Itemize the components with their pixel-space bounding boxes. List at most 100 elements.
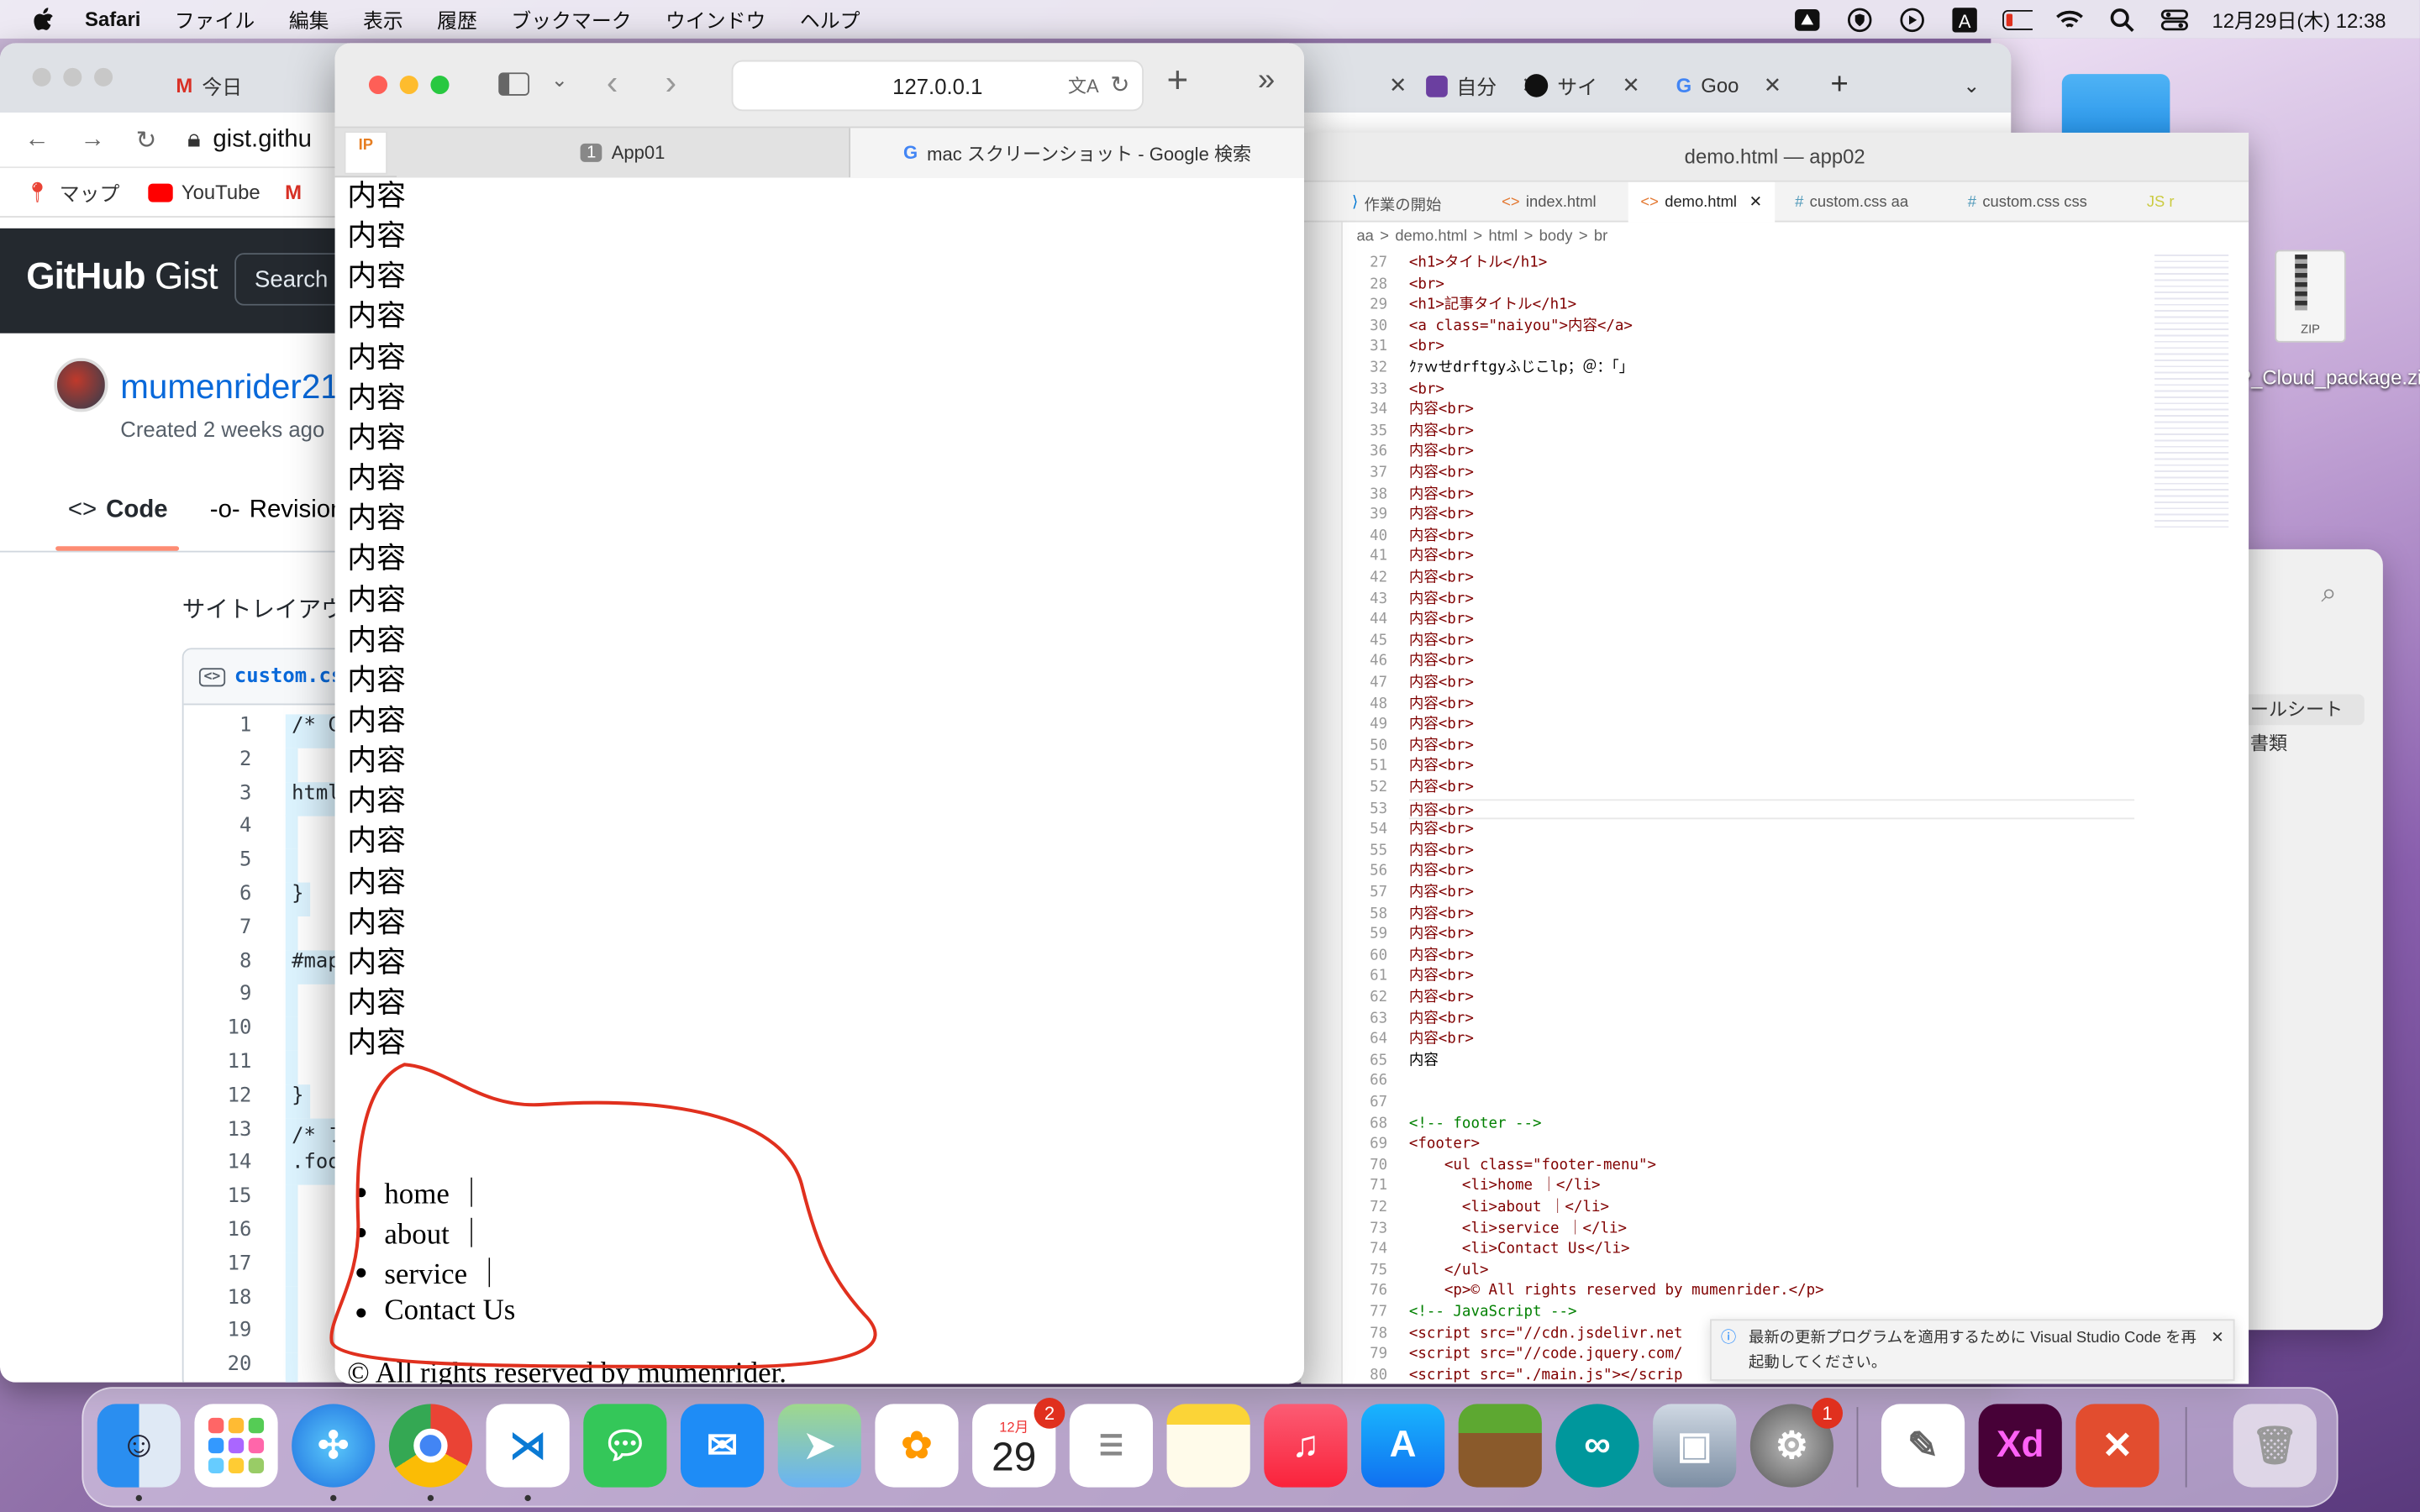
menu-help[interactable]: ヘルプ — [800, 5, 860, 34]
new-tab-button[interactable]: + — [1167, 60, 1189, 103]
arduino-icon[interactable]: ∞ — [1555, 1404, 1639, 1488]
textedit-icon[interactable]: ✎ — [1881, 1404, 1965, 1488]
safari-tab-google-search[interactable]: Gmac スクリーンショット - Google 検索 — [849, 128, 1305, 178]
github-gist-logo[interactable]: GitHub Gist — [26, 256, 218, 299]
editor-tab-active[interactable]: <> demo.html ✕ — [1628, 181, 1775, 223]
address-bar[interactable]: 127.0.0.1 文A ↻ — [731, 60, 1144, 112]
app-store-icon[interactable]: A — [1360, 1404, 1445, 1488]
chrome-tab-gmail[interactable]: M 今日 — [160, 59, 242, 113]
forward-arrow-icon[interactable]: › — [666, 63, 676, 103]
window-minimize-button[interactable] — [399, 75, 418, 95]
control-center-icon[interactable] — [2160, 7, 2191, 31]
tab-overview-icon[interactable]: » — [1258, 63, 1275, 98]
translate-icon[interactable]: 文A — [1068, 72, 1099, 98]
window-zoom-button[interactable] — [94, 67, 113, 87]
window-close-button[interactable] — [32, 67, 51, 87]
adobe-xd-icon[interactable]: Xd — [1978, 1404, 2062, 1488]
close-icon[interactable]: ✕ — [2211, 1327, 2223, 1352]
footer-menu-item[interactable]: Contact Us — [356, 1291, 515, 1331]
menu-file[interactable]: ファイル — [175, 5, 255, 34]
bookmark-maps[interactable]: マップ — [60, 177, 120, 207]
system-settings-icon[interactable]: ⚙ 1 — [1749, 1398, 1844, 1488]
chevron-down-icon[interactable]: ⌄ — [1948, 59, 1980, 113]
trash-icon[interactable]: 🗑︎ — [2233, 1404, 2317, 1488]
menu-app-name[interactable]: Safari — [85, 8, 140, 31]
zip-file-icon[interactable]: ZIP — [2275, 249, 2346, 343]
photos-icon[interactable]: ✿ — [875, 1404, 959, 1488]
window-zoom-button[interactable] — [430, 75, 450, 95]
menubar-clock[interactable]: 12月29日(木) 12:38 — [2212, 5, 2386, 34]
new-tab-button[interactable]: + — [1815, 59, 1848, 113]
breadcrumb-item[interactable]: html — [1488, 228, 1518, 244]
sidebar-toggle-icon[interactable] — [498, 72, 529, 96]
finder-sidebar-item[interactable]: 書類 — [2244, 728, 2365, 759]
close-icon[interactable]: ✕ — [1749, 194, 1762, 211]
editor-tab[interactable]: <> index.html — [1502, 182, 1597, 223]
messages-icon[interactable]: 💬︎ — [583, 1404, 667, 1488]
spotlight-icon[interactable] — [2107, 7, 2139, 32]
reload-icon[interactable]: ↻ — [1110, 71, 1129, 98]
chrome-tab-github[interactable]: サイ ✕ — [1509, 59, 1640, 113]
editor-tab[interactable]: # custom.css aa — [1795, 182, 1908, 223]
back-arrow-icon[interactable]: ‹ — [607, 63, 618, 103]
footer-menu-item[interactable]: home ｜ — [356, 1171, 487, 1211]
avatar[interactable] — [54, 358, 108, 412]
zip-file-label[interactable]: P_Cloud_package.zip — [2238, 364, 2420, 391]
tab-code[interactable]: <> Code — [68, 496, 168, 524]
footer-menu-item[interactable]: about ｜ — [356, 1211, 487, 1252]
address-bar[interactable]: gist.githu — [213, 126, 312, 154]
chrome-tab-google[interactable]: G Goo ✕ — [1660, 59, 1782, 113]
reload-icon[interactable]: ↻ — [136, 124, 157, 155]
search-icon[interactable]: ⌕ — [2321, 577, 2337, 610]
drive-icon[interactable] — [1792, 7, 1823, 31]
input-method-icon[interactable]: A — [1949, 7, 1981, 32]
close-icon[interactable]: ✕ — [1389, 72, 1407, 98]
preview-icon[interactable]: ▣ — [1653, 1404, 1737, 1488]
launchpad-icon[interactable] — [194, 1404, 278, 1488]
menu-bookmarks[interactable]: ブックマーク — [511, 5, 631, 34]
file-name-link[interactable]: custom.cs — [234, 665, 343, 689]
editor-tab[interactable]: # custom.css css — [1968, 182, 2087, 223]
menu-window[interactable]: ウインドウ — [666, 5, 765, 34]
play-icon[interactable] — [1897, 7, 1928, 32]
editor-tab[interactable]: ⟩ 作業の開始 — [1352, 182, 1441, 223]
safari-icon[interactable]: ✣ — [292, 1404, 376, 1488]
footer-menu-item[interactable]: service ｜ — [356, 1252, 504, 1292]
apple-icon[interactable] — [33, 7, 57, 31]
breadcrumb-item[interactable]: body — [1539, 228, 1573, 244]
remote-desktop-icon[interactable]: ✕ — [2075, 1404, 2160, 1488]
shield-icon[interactable] — [1844, 7, 1876, 32]
calendar-icon[interactable]: 12月 29 2 — [972, 1398, 1065, 1488]
reminders-icon[interactable]: ☰ — [1069, 1404, 1154, 1488]
finder-icon[interactable]: ☺ — [97, 1404, 181, 1488]
gist-owner-link[interactable]: mumenrider21 — [120, 367, 339, 407]
menu-edit[interactable]: 編集 — [289, 5, 329, 34]
close-icon[interactable]: ✕ — [1622, 72, 1640, 98]
chevron-down-icon[interactable]: ⌄ — [551, 68, 568, 92]
music-icon[interactable]: ♫ — [1264, 1404, 1348, 1488]
menu-view[interactable]: 表示 — [363, 5, 403, 34]
mail-icon[interactable]: ✉ — [680, 1404, 765, 1488]
gmail-icon[interactable]: M — [285, 181, 302, 204]
bookmark-youtube[interactable]: YouTube — [182, 181, 260, 204]
chrome-icon[interactable] — [388, 1404, 473, 1488]
finder-sidebar-item[interactable]: ールシート — [2244, 694, 2365, 726]
forward-arrow-icon[interactable]: → — [81, 126, 105, 154]
notes-icon[interactable] — [1166, 1404, 1250, 1488]
breadcrumb-item[interactable]: br — [1594, 228, 1607, 244]
breadcrumb-item[interactable]: demo.html — [1395, 228, 1467, 244]
battery-icon[interactable] — [2002, 7, 2033, 31]
maps-icon[interactable]: ➤ — [777, 1404, 861, 1488]
vscode-icon[interactable]: ⋊ — [486, 1404, 570, 1488]
menu-history[interactable]: 履歴 — [437, 5, 477, 34]
back-arrow-icon[interactable]: ← — [24, 126, 49, 154]
breadcrumb-item[interactable]: aa — [1356, 228, 1373, 244]
window-close-button[interactable] — [368, 75, 388, 95]
minimap[interactable] — [2154, 249, 2229, 528]
window-minimize-button[interactable] — [63, 67, 82, 87]
minecraft-icon[interactable] — [1458, 1404, 1542, 1488]
wifi-icon[interactable] — [2054, 7, 2086, 31]
editor-tab[interactable]: JS r — [2147, 182, 2175, 223]
close-icon[interactable]: ✕ — [1764, 72, 1782, 98]
safari-tab-app01[interactable]: 1 App01 — [397, 128, 850, 178]
